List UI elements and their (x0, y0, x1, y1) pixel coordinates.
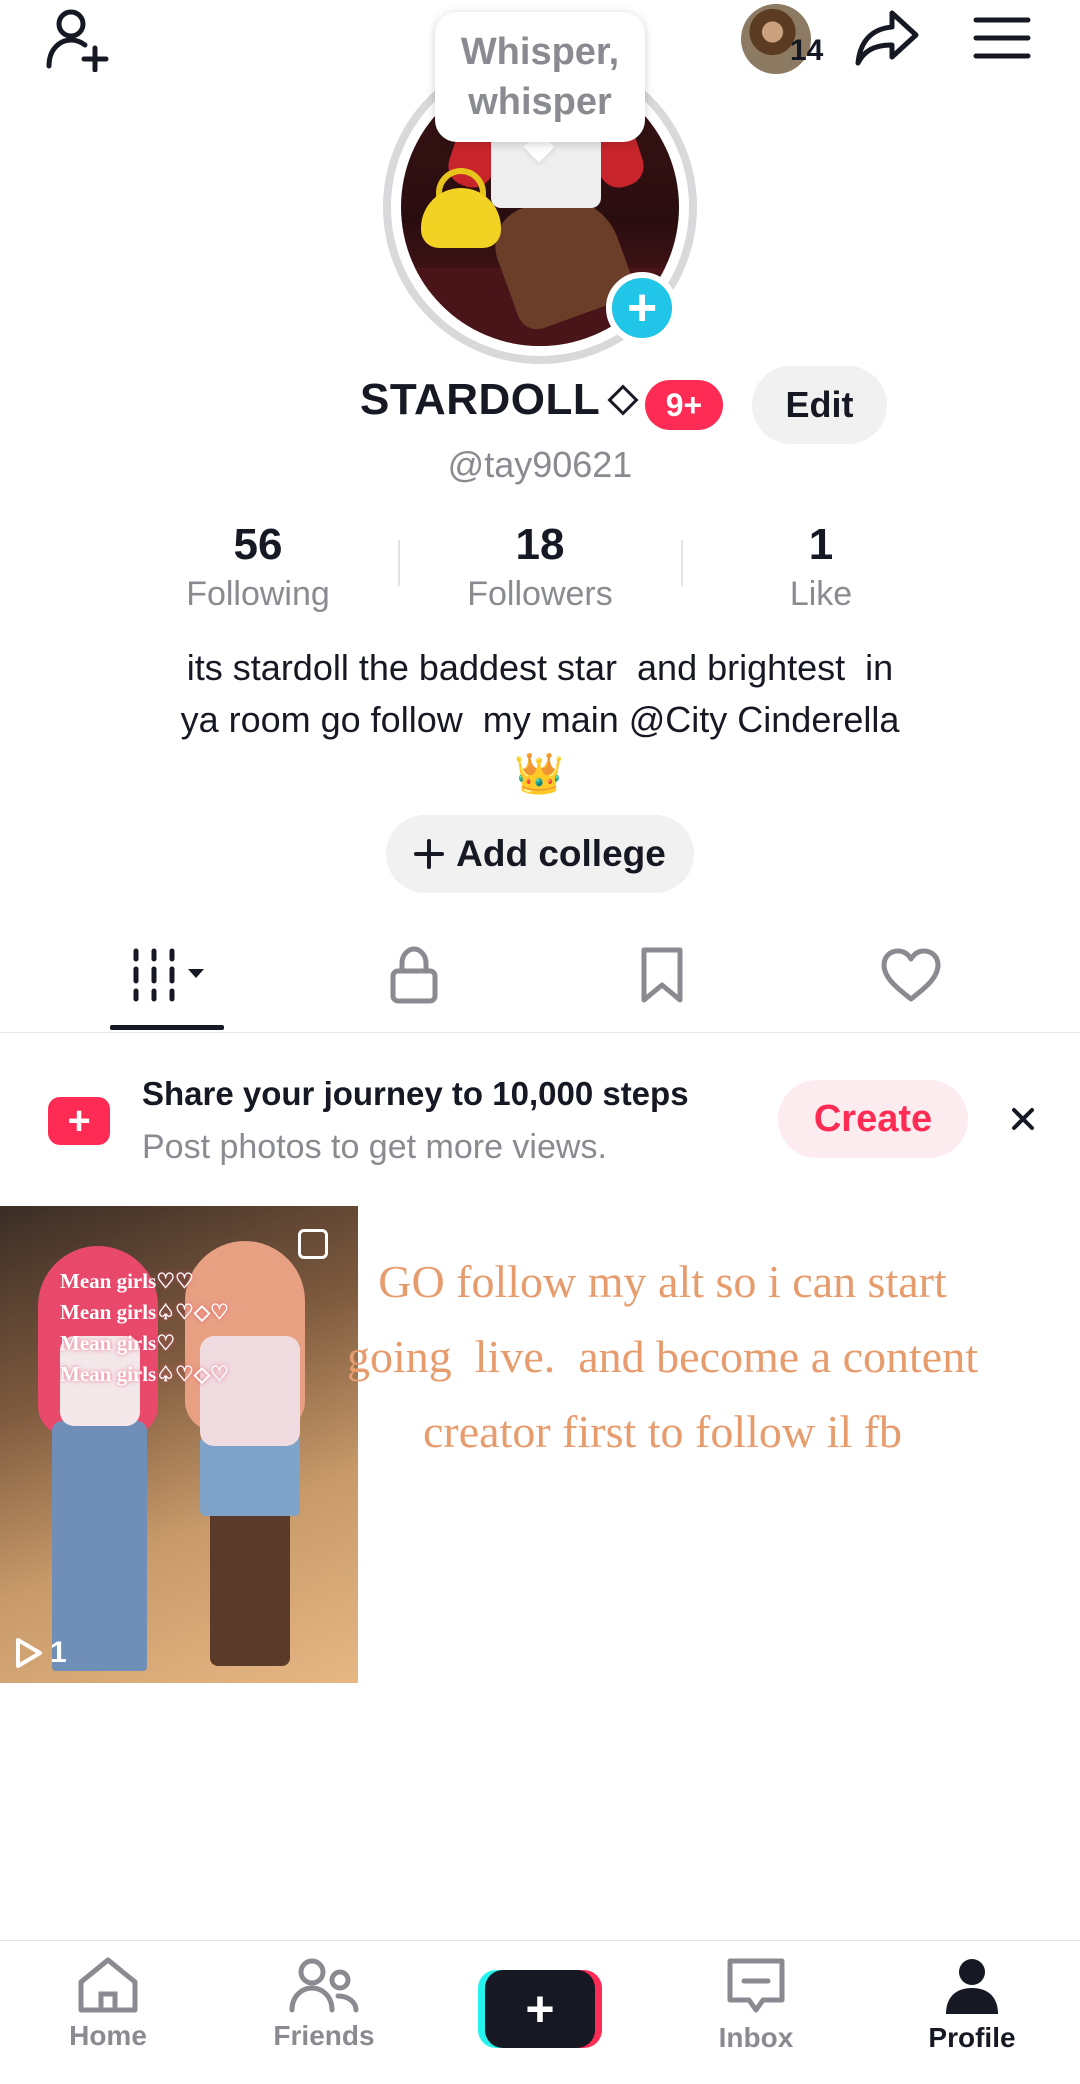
tab-active-indicator (110, 1025, 224, 1030)
video-overlay-text: Mean girls♡♡ Mean girls♤♡◇♡ Mean girls♡ … (60, 1266, 260, 1390)
home-icon (78, 1957, 138, 2013)
bio-line-2: ya room go follow my main @City Cinderel… (180, 699, 900, 740)
notification-badge[interactable]: 9+ (645, 380, 723, 430)
select-checkbox[interactable] (298, 1229, 328, 1259)
following-label: Following (186, 575, 330, 613)
display-name: STARDOLL (360, 375, 639, 425)
plus-icon (414, 839, 445, 869)
heart-icon (881, 948, 941, 1002)
add-college-button[interactable]: Add college (386, 815, 694, 893)
tabs-divider (0, 1032, 1080, 1033)
add-friend-button[interactable] (38, 6, 118, 72)
post-caption: GO follow my alt so i can start going li… (346, 1256, 990, 1457)
close-icon (1012, 1108, 1034, 1130)
nav-profile[interactable]: Profile (892, 1956, 1052, 2054)
crown-emoji: 👑 (514, 752, 564, 796)
share-arrow-icon (855, 10, 919, 66)
bookmark-icon (641, 947, 683, 1003)
whisper-bubble[interactable]: Whisper, whisper (435, 12, 645, 142)
nav-home-label: Home (69, 2020, 147, 2051)
tab-liked[interactable] (851, 940, 971, 1010)
profile-icon (946, 1959, 998, 2014)
banner-plus-icon: + (48, 1097, 110, 1145)
stat-likes[interactable]: 1 Like (691, 518, 951, 616)
likes-count: 1 (808, 520, 834, 569)
overlay-line: Mean girls♡♡ (60, 1269, 194, 1293)
bio: its stardoll the baddest star and bright… (100, 642, 980, 746)
menu-button[interactable] (970, 12, 1034, 64)
diamond-icon (607, 384, 639, 416)
person-plus-icon (46, 9, 109, 72)
friends-icon (289, 1958, 359, 2013)
inbox-icon (727, 1958, 785, 2013)
create-post-button[interactable]: + (478, 1970, 602, 2048)
plus-icon: + (626, 279, 658, 337)
overlay-line: Mean girls♤♡◇♡ (60, 1300, 229, 1324)
grid-dropdown-icon (133, 948, 204, 1002)
nav-inbox-label: Inbox (718, 2022, 794, 2053)
whisper-line-1: Whisper, (460, 31, 620, 73)
tab-videos[interactable] (110, 940, 230, 1010)
display-name-text: STARDOLL (360, 375, 601, 424)
lock-icon (390, 946, 438, 1004)
overlay-line: Mean girls♤♡◇♡ (60, 1362, 229, 1386)
stat-divider (681, 540, 683, 586)
overlay-line: Mean girls♡ (60, 1331, 176, 1355)
nav-home[interactable]: Home (28, 1956, 188, 2052)
hamburger-menu-icon (973, 17, 1031, 59)
tab-private[interactable] (354, 940, 474, 1010)
stat-following[interactable]: 56 Following (128, 518, 388, 616)
nav-inbox[interactable]: Inbox (676, 1956, 836, 2054)
whisper-line-2: whisper (468, 81, 612, 123)
bio-line-1: its stardoll the baddest star and bright… (186, 647, 894, 688)
close-banner-button[interactable] (1002, 1098, 1044, 1140)
banner-subtitle: Post photos to get more views. (142, 1128, 607, 1166)
nav-friends[interactable]: Friends (244, 1956, 404, 2052)
create-button[interactable]: Create (778, 1080, 968, 1158)
edit-profile-button[interactable]: Edit (752, 366, 887, 444)
add-avatar-button[interactable]: + (606, 272, 678, 344)
play-icon (16, 1638, 42, 1668)
username-handle: @tay90621 (447, 444, 633, 485)
followers-label: Followers (467, 575, 613, 613)
add-college-label: Add college (456, 833, 666, 874)
banner-title: Share your journey to 10,000 steps (142, 1075, 689, 1112)
play-count-value: 1 (50, 1636, 67, 1669)
story-count: 14 (790, 34, 824, 67)
share-button[interactable] (852, 6, 922, 70)
play-count: 1 (14, 1636, 67, 1670)
nav-profile-label: Profile (928, 2022, 1016, 2053)
create-plus-icon: + (525, 1981, 555, 2037)
likes-label: Like (789, 575, 853, 613)
video-thumbnail[interactable]: Mean girls♡♡ Mean girls♤♡◇♡ Mean girls♡ … (0, 1206, 358, 1683)
stat-divider (398, 540, 400, 586)
bottom-nav-divider (0, 1940, 1080, 1941)
tab-saved[interactable] (602, 940, 722, 1010)
nav-friends-label: Friends (273, 2020, 375, 2051)
stat-followers[interactable]: 18 Followers (410, 518, 670, 616)
followers-count: 18 (515, 520, 565, 569)
following-count: 56 (233, 520, 283, 569)
